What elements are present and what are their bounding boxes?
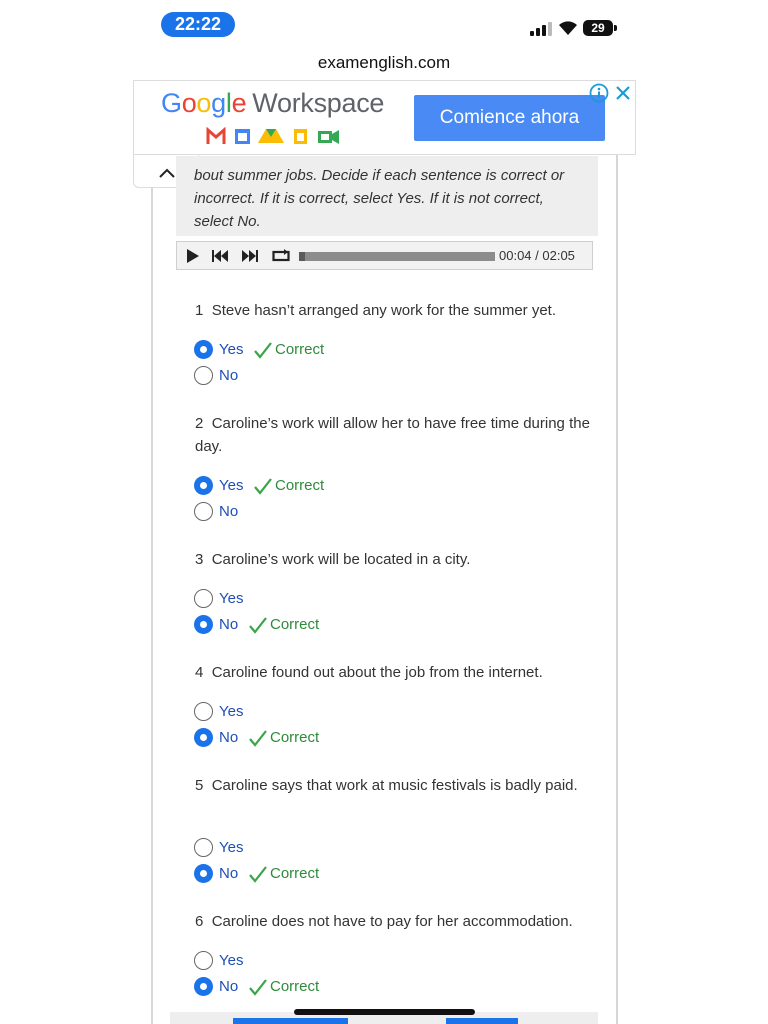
battery-icon: 29 [583,20,613,36]
radio-button[interactable] [194,951,213,970]
radio-button[interactable] [194,366,213,385]
clock: 22:22 [161,12,235,37]
checkmark-icon [249,979,267,996]
checkmark-icon [249,617,267,634]
checkmark-icon [249,866,267,883]
audio-progress-fill [299,252,306,261]
home-indicator[interactable] [294,1009,475,1015]
audio-progress-bar[interactable] [299,252,495,261]
bottom-button-right[interactable] [446,1018,518,1024]
ad-info-icon[interactable] [589,83,609,103]
radio-button[interactable] [194,728,213,747]
page-frame [151,150,618,1024]
radio-button[interactable] [194,476,213,495]
battery-tip [614,25,617,31]
ad-cta-button[interactable]: Comience ahora [414,95,605,141]
address-bar-url[interactable]: examenglish.com [0,53,768,73]
radio-button[interactable] [194,702,213,721]
google-workspace-logo: Google Workspace [161,88,385,118]
play-icon[interactable] [186,249,200,263]
question-text: 3 Caroline’s work will be located in a c… [195,551,471,568]
close-icon[interactable] [614,84,632,102]
radio-button[interactable] [194,340,213,359]
wifi-icon [559,21,577,35]
ad-banner[interactable]: Google Workspace Comience ahora [133,80,636,155]
radio-button[interactable] [194,502,213,521]
checkmark-icon [254,478,272,495]
radio-button[interactable] [194,977,213,996]
loop-icon[interactable] [272,249,290,263]
bottom-button-left[interactable] [233,1018,348,1024]
radio-button[interactable] [194,838,213,857]
instructions-box: bout summer jobs. Decide if each sentenc… [176,156,598,236]
cellular-signal-icon [530,22,552,36]
workspace-app-icons [206,127,339,144]
radio-button[interactable] [194,864,213,883]
radio-button[interactable] [194,589,213,608]
question-text: 5 Caroline says that work at music festi… [195,777,578,794]
instructions-text: bout summer jobs. Decide if each sentenc… [194,167,565,230]
workspace-wordmark: Workspace [252,88,385,118]
question-text: 4 Caroline found out about the job from … [195,664,543,681]
radio-button[interactable] [194,615,213,634]
checkmark-icon [249,730,267,747]
question-text: 6 Caroline does not have to pay for her … [195,913,573,930]
skip-forward-icon[interactable] [242,249,258,263]
question-text: 1 Steve hasn’t arranged any work for the… [195,302,557,319]
question-text: 2 Caroline’s work will allow her to have… [195,415,590,455]
skip-back-icon[interactable] [212,249,228,263]
checkmark-icon [254,342,272,359]
audio-time-readout: 00:04 / 02:05 [499,248,575,263]
audio-player[interactable]: 00:04 / 02:05 [176,241,593,270]
status-bar: 22:22 29 [0,0,768,48]
